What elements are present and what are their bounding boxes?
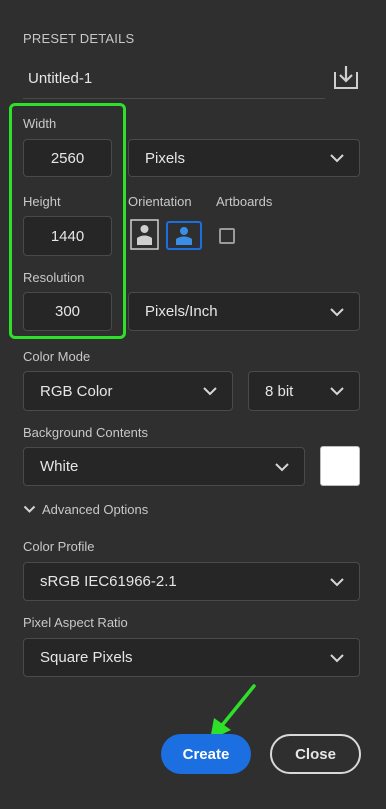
orientation-portrait-button[interactable] xyxy=(130,219,159,250)
color-mode-label: Color Mode xyxy=(23,349,91,364)
artboards-checkbox[interactable] xyxy=(219,228,235,244)
resolution-unit-value: Pixels/Inch xyxy=(145,303,218,320)
height-value: 1440 xyxy=(50,227,85,245)
preset-details-heading: PRESET DETAILS xyxy=(23,31,135,46)
pixel-aspect-ratio-select[interactable]: Square Pixels xyxy=(23,638,360,677)
width-input[interactable]: 2560 xyxy=(23,139,112,177)
resolution-unit-select[interactable]: Pixels/Inch xyxy=(128,292,360,331)
background-contents-label: Background Contents xyxy=(23,425,149,440)
height-label: Height xyxy=(23,194,61,209)
width-value: 2560 xyxy=(50,149,85,167)
preset-name-text: Untitled-1 xyxy=(28,70,93,87)
save-preset-icon[interactable] xyxy=(332,63,360,91)
resolution-value: 300 xyxy=(54,303,81,320)
color-profile-select[interactable]: sRGB IEC61966-2.1 xyxy=(23,562,360,601)
color-mode-select[interactable]: RGB Color xyxy=(23,371,233,411)
orientation-landscape-button[interactable] xyxy=(166,221,202,250)
width-unit-select[interactable]: Pixels xyxy=(128,139,360,177)
chevron-down-icon xyxy=(330,387,344,396)
pixel-aspect-ratio-value: Square Pixels xyxy=(40,649,133,666)
chevron-down-icon xyxy=(330,577,344,586)
chevron-down-icon xyxy=(23,505,36,513)
height-input[interactable]: 1440 xyxy=(23,216,112,256)
create-button[interactable]: Create xyxy=(161,734,251,774)
chevron-down-icon xyxy=(275,462,289,471)
pixel-aspect-ratio-label: Pixel Aspect Ratio xyxy=(23,615,128,630)
background-color-swatch[interactable] xyxy=(320,446,360,486)
artboards-label: Artboards xyxy=(216,194,273,209)
color-mode-value: RGB Color xyxy=(40,382,113,400)
color-profile-value: sRGB IEC61966-2.1 xyxy=(40,573,177,590)
chevron-down-icon xyxy=(330,653,344,662)
width-unit-value: Pixels xyxy=(145,149,186,167)
resolution-label: Resolution xyxy=(23,270,85,285)
width-label: Width xyxy=(23,116,57,131)
background-contents-value: White xyxy=(40,458,79,475)
resolution-input[interactable]: 300 xyxy=(23,292,112,331)
advanced-options-label: Advanced Options xyxy=(42,501,149,517)
portrait-icon xyxy=(130,219,159,250)
preset-name-field[interactable]: Untitled-1 xyxy=(23,62,325,99)
close-button-label: Close xyxy=(295,745,336,763)
create-button-label: Create xyxy=(182,745,230,763)
chevron-down-icon xyxy=(203,387,217,396)
color-profile-label: Color Profile xyxy=(23,539,95,554)
bit-depth-value: 8 bit xyxy=(265,382,294,400)
orientation-label: Orientation xyxy=(128,194,192,209)
bit-depth-select[interactable]: 8 bit xyxy=(248,371,360,411)
landscape-icon xyxy=(176,227,192,245)
advanced-options-toggle[interactable]: Advanced Options xyxy=(23,500,148,518)
close-button[interactable]: Close xyxy=(270,734,361,774)
chevron-down-icon xyxy=(330,307,344,316)
background-contents-select[interactable]: White xyxy=(23,447,305,486)
chevron-down-icon xyxy=(330,154,344,163)
